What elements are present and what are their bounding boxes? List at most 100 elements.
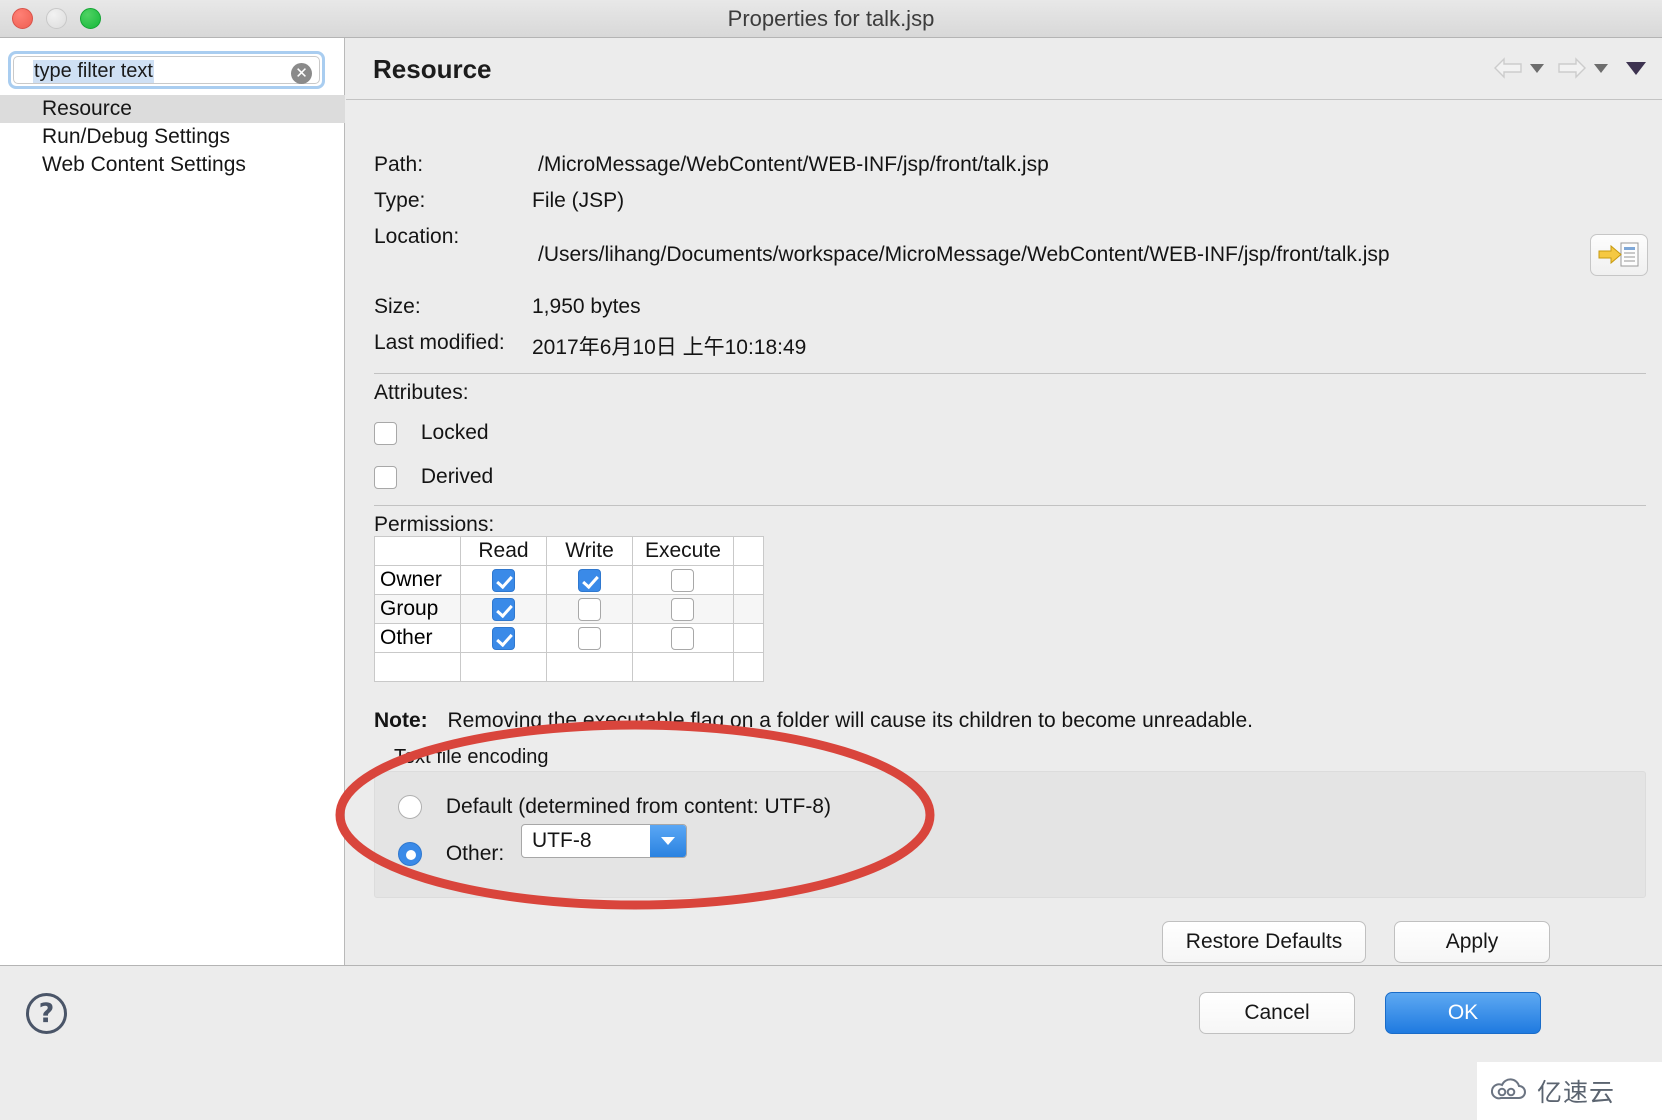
note-label: Note:	[374, 709, 428, 732]
group-execute-checkbox[interactable]	[671, 597, 695, 621]
clear-icon[interactable]: ✕	[291, 63, 312, 84]
other-write-checkbox[interactable]	[578, 626, 601, 650]
encoding-other-option[interactable]: Other:	[398, 842, 504, 867]
empty-cell	[460, 652, 547, 682]
page-nav-controls	[1492, 56, 1646, 80]
question-mark-icon[interactable]: ?	[26, 993, 67, 1034]
type-value: File (JSP)	[532, 189, 625, 212]
row-spacer	[732, 565, 764, 595]
column-header-execute: Execute	[632, 536, 734, 566]
encoding-group: Default (determined from content: UTF-8)…	[374, 771, 1646, 898]
table-row: Group	[374, 594, 764, 624]
type-label: Type:	[374, 189, 426, 212]
apply-button[interactable]: Apply	[1394, 921, 1550, 963]
encoding-default-option[interactable]: Default (determined from content: UTF-8)	[398, 795, 831, 820]
table-row-empty	[374, 652, 764, 682]
other-write-cell[interactable]	[546, 623, 633, 653]
table-row: Owner	[374, 565, 764, 595]
row-spacer	[732, 623, 764, 653]
size-value: 1,950 bytes	[532, 295, 641, 318]
empty-cell	[374, 652, 461, 682]
back-history-chevron-down-icon[interactable]	[1530, 63, 1544, 73]
page-title: Resource	[373, 54, 492, 84]
watermark-text: 亿速云	[1537, 1079, 1616, 1107]
owner-read-checkbox[interactable]	[492, 568, 515, 592]
encoding-default-radio[interactable]	[398, 795, 422, 820]
other-execute-checkbox[interactable]	[671, 626, 695, 650]
column-header-write: Write	[546, 536, 633, 566]
filter-field-wrapper: type filter text ✕	[8, 51, 325, 89]
watermark: 亿速云	[1477, 1062, 1662, 1120]
settings-tree: Resource Run/Debug Settings Web Content …	[0, 95, 345, 179]
cancel-button[interactable]: Cancel	[1199, 992, 1355, 1034]
page-header: Resource	[346, 38, 1662, 100]
chevron-down-icon[interactable]	[650, 825, 686, 857]
other-read-checkbox[interactable]	[492, 626, 515, 650]
forward-arrow-icon[interactable]	[1556, 56, 1588, 80]
dialog-footer: ? Cancel OK	[0, 965, 1662, 1120]
column-header-spacer	[732, 536, 764, 566]
row-spacer	[732, 594, 764, 624]
sidebar-item-label: Run/Debug Settings	[42, 125, 230, 148]
sidebar-item-run-debug-settings[interactable]: Run/Debug Settings	[0, 123, 345, 151]
encoding-other-radio[interactable]	[398, 842, 422, 867]
last-modified-value: 2017年6月10日 上午10:18:49	[532, 336, 807, 359]
permissions-note: Note: Removing the executable flag on a …	[374, 709, 1253, 733]
note-text: Removing the executable flag on a folder…	[447, 709, 1253, 732]
sidebar-item-label: Resource	[42, 97, 132, 120]
table-row: Other	[374, 623, 764, 653]
filter-input[interactable]: type filter text ✕	[8, 51, 325, 89]
owner-execute-cell[interactable]	[632, 565, 734, 595]
sidebar-item-resource[interactable]: Resource	[0, 95, 345, 123]
page-menu-chevron-down-icon[interactable]	[1626, 61, 1646, 75]
owner-execute-checkbox[interactable]	[671, 568, 695, 592]
empty-cell	[546, 652, 633, 682]
attributes-heading: Attributes:	[374, 381, 469, 404]
row-spacer	[732, 652, 764, 682]
location-value: /Users/lihang/Documents/workspace/MicroM…	[538, 243, 1390, 266]
filter-input-value: type filter text	[33, 60, 154, 83]
row-label-group: Group	[374, 594, 461, 624]
other-read-cell[interactable]	[460, 623, 547, 653]
cloud-logo-icon	[1491, 1078, 1526, 1100]
group-write-checkbox[interactable]	[578, 597, 601, 621]
encoding-select-value: UTF-8	[532, 829, 592, 852]
settings-sidebar: type filter text ✕ Resource Run/Debug Se…	[0, 38, 345, 965]
last-modified-label: Last modified:	[374, 331, 505, 354]
locked-checkbox[interactable]	[374, 421, 397, 445]
column-header-read: Read	[460, 536, 547, 566]
group-read-checkbox[interactable]	[492, 597, 515, 621]
derived-checkbox[interactable]	[374, 465, 397, 489]
location-label: Location:	[374, 225, 460, 248]
path-value: /MicroMessage/WebContent/WEB-INF/jsp/fro…	[538, 153, 1049, 176]
reveal-in-finder-icon[interactable]	[1590, 234, 1648, 276]
derived-label: Derived	[420, 465, 494, 489]
owner-read-cell[interactable]	[460, 565, 547, 595]
window-titlebar: Properties for talk.jsp	[0, 0, 1662, 38]
window-title: Properties for talk.jsp	[727, 6, 935, 31]
size-label: Size:	[374, 295, 421, 318]
encoding-select[interactable]: UTF-8	[521, 824, 687, 858]
owner-write-checkbox[interactable]	[578, 568, 601, 592]
group-read-cell[interactable]	[460, 594, 547, 624]
group-execute-cell[interactable]	[632, 594, 734, 624]
row-label-other: Other	[374, 623, 461, 653]
back-arrow-icon[interactable]	[1492, 56, 1524, 80]
restore-defaults-button[interactable]: Restore Defaults	[1162, 921, 1366, 963]
empty-cell	[632, 652, 734, 682]
forward-history-chevron-down-icon[interactable]	[1594, 63, 1608, 73]
other-execute-cell[interactable]	[632, 623, 734, 653]
divider	[374, 505, 1646, 506]
group-write-cell[interactable]	[546, 594, 633, 624]
owner-write-cell[interactable]	[546, 565, 633, 595]
permissions-heading: Permissions:	[374, 513, 495, 536]
locked-checkbox-row[interactable]: Locked	[374, 421, 489, 445]
derived-checkbox-row[interactable]: Derived	[374, 465, 493, 489]
encoding-default-label: Default (determined from content: UTF-8)	[445, 795, 831, 819]
sidebar-item-web-content-settings[interactable]: Web Content Settings	[0, 151, 345, 179]
path-label: Path:	[374, 153, 424, 176]
encoding-group-label: Text file encoding	[394, 746, 549, 768]
ok-button[interactable]: OK	[1385, 992, 1541, 1034]
table-header-row: Read Write Execute	[374, 536, 764, 566]
column-header-blank	[374, 536, 461, 566]
